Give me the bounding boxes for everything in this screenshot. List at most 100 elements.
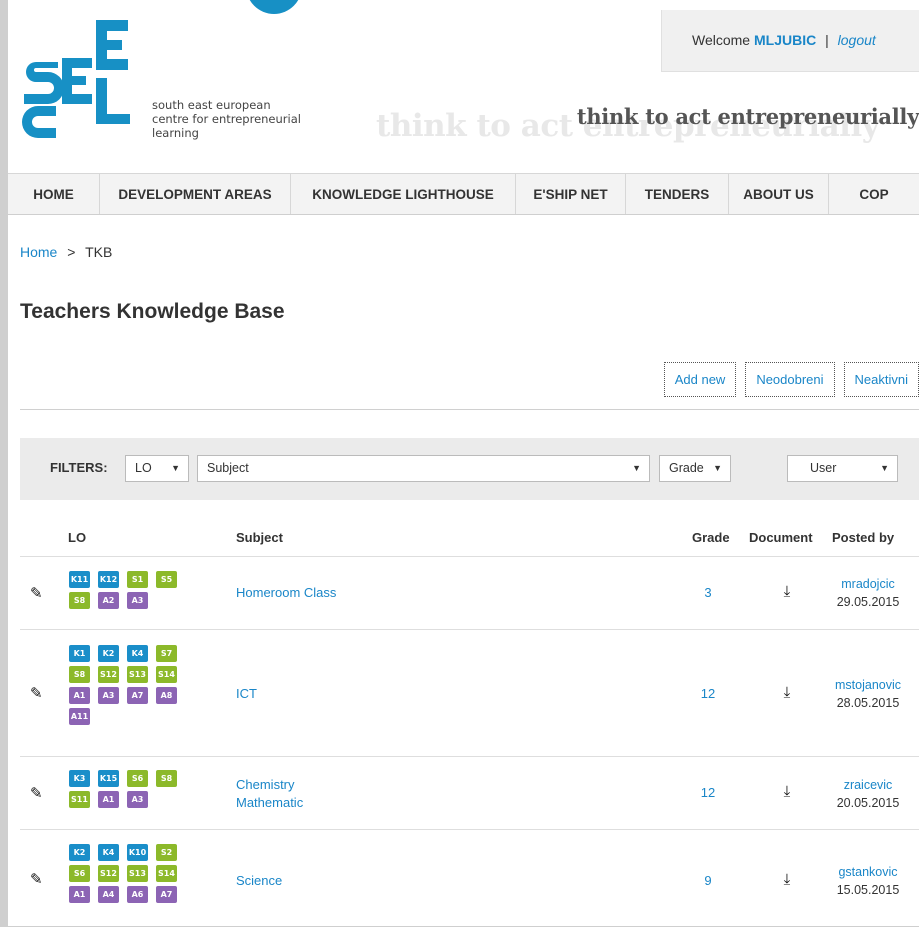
subject-select-value: Subject <box>207 461 249 475</box>
separator: | <box>825 32 829 48</box>
neodobreni-button[interactable]: Neodobreni <box>745 362 835 397</box>
grade-link[interactable]: 3 <box>688 585 728 600</box>
lo-badge-a8: A8 <box>156 687 177 704</box>
column-header-document: Document <box>749 530 813 545</box>
download-icon[interactable]: ⤓ <box>772 684 802 701</box>
nav-development-areas[interactable]: DEVELOPMENT AREAS <box>100 174 291 214</box>
logout-link[interactable]: logout <box>838 32 876 48</box>
column-header-grade[interactable]: Grade <box>692 530 730 545</box>
nav-cop[interactable]: COP <box>829 174 919 214</box>
lo-badge-a11: A11 <box>69 708 90 725</box>
nav-eship-net[interactable]: E'SHIP NET <box>516 174 626 214</box>
subject-name[interactable]: Science <box>236 872 282 890</box>
edit-pencil-icon[interactable]: ✎ <box>30 784 43 802</box>
breadcrumb-home[interactable]: Home <box>20 244 57 260</box>
lo-badge-a1: A1 <box>69 687 90 704</box>
posted-date: 28.05.2015 <box>836 696 900 710</box>
lo-badges: K2 K4 K10 S2 S6 S12 S13 S14 A1 A4 A6 A7 <box>69 844 194 903</box>
subject-name[interactable]: Mathematic <box>236 794 303 812</box>
lo-badge-s7: S7 <box>156 645 177 662</box>
lo-badge-k1: K1 <box>69 645 90 662</box>
lo-badges: K11 K12 S1 S5 S8 A2 A3 <box>69 571 194 609</box>
lo-badge-s5: S5 <box>156 571 177 588</box>
posted-by-user-link[interactable]: mradojcic <box>823 575 913 593</box>
lo-badges: K3 K15 S6 S8 S11 A1 A3 <box>69 770 194 808</box>
edit-pencil-icon[interactable]: ✎ <box>30 870 43 888</box>
grade-link[interactable]: 9 <box>688 873 728 888</box>
seecel-logo[interactable] <box>20 20 130 138</box>
subject-link[interactable]: Science <box>236 872 282 890</box>
lo-badge-k4: K4 <box>127 645 148 662</box>
posted-by: mradojcic 29.05.2015 <box>823 575 913 611</box>
grade-select-value: Grade <box>669 461 704 475</box>
posted-date: 15.05.2015 <box>836 883 900 897</box>
subject-name[interactable]: Homeroom Class <box>236 584 336 602</box>
posted-by-user-link[interactable]: gstankovic <box>823 863 913 881</box>
lo-badge-k4: K4 <box>98 844 119 861</box>
edit-pencil-icon[interactable]: ✎ <box>30 584 43 602</box>
subject-link[interactable]: ICT <box>236 685 257 703</box>
breadcrumb-current: TKB <box>85 244 113 260</box>
nav-knowledge-lighthouse[interactable]: KNOWLEDGE LIGHTHOUSE <box>291 174 516 214</box>
column-header-posted-by[interactable]: Posted by <box>832 530 894 545</box>
lo-badge-k2: K2 <box>69 844 90 861</box>
main-nav: HOME DEVELOPMENT AREAS KNOWLEDGE LIGHTHO… <box>8 173 919 215</box>
tagline-line: south east european <box>152 98 271 112</box>
action-buttons: Add new Neodobreni Neaktivni <box>663 362 919 397</box>
download-icon[interactable]: ⤓ <box>772 783 802 800</box>
subject-name[interactable]: ICT <box>236 685 257 703</box>
caret-down-icon: ▼ <box>880 463 889 473</box>
tagline-line: centre for entrepreneurial <box>152 112 301 126</box>
page-title: Teachers Knowledge Base <box>20 300 285 323</box>
lo-badge-s8: S8 <box>69 666 90 683</box>
edit-pencil-icon[interactable]: ✎ <box>30 684 43 702</box>
lo-badge-k12: K12 <box>98 571 119 588</box>
neaktivni-button[interactable]: Neaktivni <box>843 362 919 397</box>
user-select[interactable]: User ▼ <box>787 455 898 482</box>
lo-badge-k11: K11 <box>69 571 90 588</box>
posted-by-user-link[interactable]: zraicevic <box>823 776 913 794</box>
grade-select[interactable]: Grade ▼ <box>659 455 731 482</box>
subject-name[interactable]: Chemistry <box>236 776 303 794</box>
lo-badge-k2: K2 <box>98 645 119 662</box>
caret-down-icon: ▼ <box>632 463 641 473</box>
lo-badge-a6: A6 <box>127 886 148 903</box>
table-row: ✎ K11 K12 S1 S5 S8 A2 A3 Homeroom Class 3 ⤓ mr… <box>20 556 919 630</box>
nav-about-us[interactable]: ABOUT US <box>729 174 829 214</box>
grade-link[interactable]: 12 <box>688 686 728 701</box>
lo-select-value: LO <box>135 461 152 475</box>
posted-by: gstankovic 15.05.2015 <box>823 863 913 899</box>
table-row: ✎ K1 K2 K4 S7 S8 S12 S13 S14 A1 A3 A7 A8 A11 ICT 12 … <box>20 629 919 757</box>
grade-link[interactable]: 12 <box>688 785 728 800</box>
lo-badge-s12: S12 <box>98 666 119 683</box>
download-icon[interactable]: ⤓ <box>772 871 802 888</box>
posted-by: mstojanovic 28.05.2015 <box>823 676 913 712</box>
nav-home[interactable]: HOME <box>8 174 100 214</box>
lo-badge-a1: A1 <box>69 886 90 903</box>
lo-badge-s8: S8 <box>69 592 90 609</box>
username-link[interactable]: MLJUBIC <box>754 32 816 48</box>
subject-link[interactable]: Chemistry Mathematic <box>236 776 303 812</box>
lo-badge-s14: S14 <box>156 666 177 683</box>
lo-badge-k10: K10 <box>127 844 148 861</box>
posted-date: 20.05.2015 <box>836 796 900 810</box>
breadcrumb-separator: > <box>67 244 76 260</box>
organization-name: south east european centre for entrepren… <box>152 98 301 140</box>
subject-link[interactable]: Homeroom Class <box>236 584 336 602</box>
download-icon[interactable]: ⤓ <box>772 583 802 600</box>
caret-down-icon: ▼ <box>713 463 722 473</box>
lo-badge-k3: K3 <box>69 770 90 787</box>
welcome-text: Welcome <box>692 32 751 48</box>
posted-by-user-link[interactable]: mstojanovic <box>823 676 913 694</box>
column-header-subject[interactable]: Subject <box>236 530 283 545</box>
subject-select[interactable]: Subject ▼ <box>197 455 650 482</box>
add-new-button[interactable]: Add new <box>663 362 737 397</box>
welcome-box: Welcome MLJUBIC | logout <box>661 10 919 72</box>
lo-badge-a7: A7 <box>156 886 177 903</box>
lo-badge-a2: A2 <box>98 592 119 609</box>
lo-badge-a3: A3 <box>127 791 148 808</box>
lo-select[interactable]: LO ▼ <box>125 455 189 482</box>
lo-badge-s8: S8 <box>156 770 177 787</box>
nav-tenders[interactable]: TENDERS <box>626 174 729 214</box>
table-row: ✎ K2 K4 K10 S2 S6 S12 S13 S14 A1 A4 A6 A7 Science 9… <box>20 829 919 927</box>
